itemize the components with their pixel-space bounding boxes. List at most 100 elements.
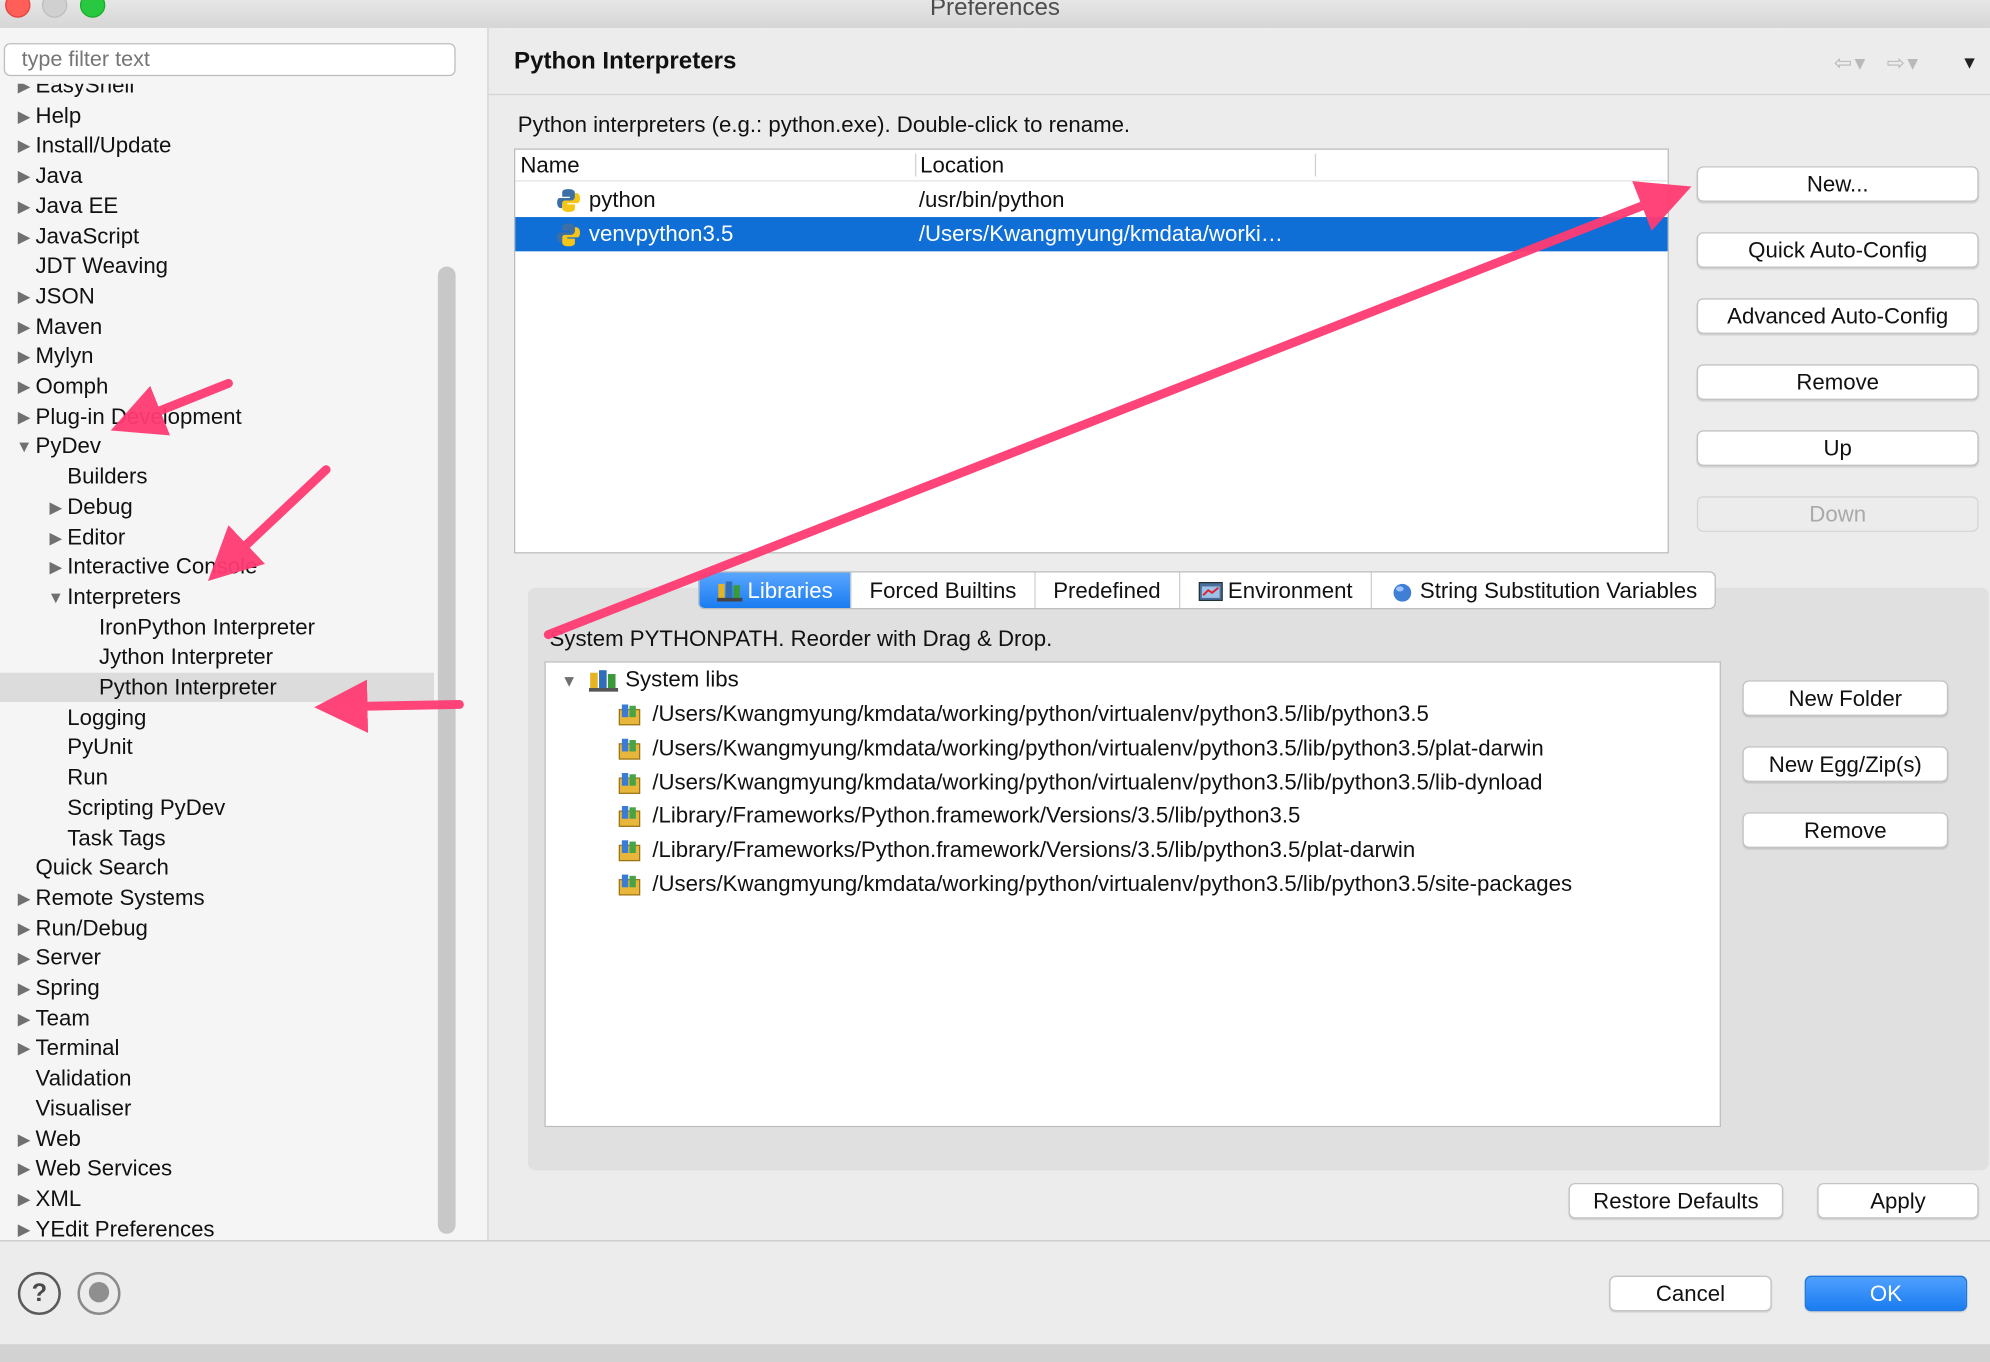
tree-item-javascript[interactable]: ▶ JavaScript (18, 221, 139, 250)
cancel-button[interactable]: Cancel (1609, 1275, 1772, 1312)
back-icon[interactable]: ⇦▾ (1834, 51, 1868, 75)
tree-item-easyshell[interactable]: ▶ EasyShell (18, 84, 135, 101)
interpreters-table[interactable]: Name Location python/usr/bin/python venvp… (513, 148, 1669, 554)
lib-path-row[interactable]: /Users/Kwangmyung/kmdata/working/python/… (618, 867, 1572, 901)
tree-item-interpreters[interactable]: ▼ Interpreters (48, 582, 181, 611)
tree-item-spring[interactable]: ▶ Spring (18, 974, 100, 1003)
lib-path-row[interactable]: /Users/Kwangmyung/kmdata/working/python/… (618, 697, 1429, 731)
tree-item-run[interactable]: Run (67, 763, 108, 792)
tree-item-scripting-pydev[interactable]: Scripting PyDev (67, 793, 225, 822)
filter-input[interactable] (3, 43, 456, 77)
tree-item-java[interactable]: ▶ Java (18, 161, 83, 190)
quick-auto-config-button[interactable]: Quick Auto-Config (1696, 232, 1979, 268)
collapsed-arrow-icon[interactable]: ▶ (15, 131, 33, 160)
tree-item-remote-systems[interactable]: ▶ Remote Systems (18, 883, 205, 912)
tree-item-interactive-console[interactable]: ▶ Interactive Console (49, 552, 257, 581)
collapsed-arrow-icon[interactable]: ▶ (15, 1034, 33, 1063)
tree-scrollbar[interactable] (437, 266, 456, 1234)
tree-item-team[interactable]: ▶ Team (18, 1004, 90, 1033)
tab-predefined[interactable]: Predefined (1035, 572, 1180, 609)
collapsed-arrow-icon[interactable]: ▶ (15, 402, 33, 431)
new-egg-zip-button[interactable]: New Egg/Zip(s) (1742, 746, 1949, 782)
tree-item-maven[interactable]: ▶ Maven (18, 312, 102, 341)
preferences-tree[interactable]: ▶ EasyShell ▶ Help ▶ Install/Update ▶ Java ▶ Java… (0, 84, 435, 1241)
collapsed-arrow-icon[interactable]: ▶ (15, 1154, 33, 1183)
libs-root-row[interactable]: ▼ System libs (561, 663, 739, 697)
collapsed-arrow-icon[interactable]: ▶ (15, 883, 33, 912)
apply-button[interactable]: Apply (1817, 1183, 1979, 1219)
tree-item-debug[interactable]: ▶ Debug (49, 492, 132, 521)
tree-item-jython-interpreter[interactable]: Jython Interpreter (99, 643, 273, 672)
collapsed-arrow-icon[interactable]: ▶ (15, 161, 33, 190)
lib-path-row[interactable]: /Users/Kwangmyung/kmdata/working/python/… (618, 765, 1542, 799)
tree-item-java-ee[interactable]: ▶ Java EE (18, 191, 118, 220)
tree-item-json[interactable]: ▶ JSON (18, 282, 95, 311)
column-header-name[interactable]: Name (520, 150, 579, 180)
tree-item-python-interpreter[interactable]: Python Interpreter (99, 673, 277, 702)
tree-item-editor[interactable]: ▶ Editor (49, 522, 125, 551)
expanded-arrow-icon[interactable]: ▼ (561, 671, 577, 690)
tree-item-task-tags[interactable]: Task Tags (67, 823, 165, 852)
tree-item-install-update[interactable]: ▶ Install/Update (18, 131, 172, 160)
tree-item-run-debug[interactable]: ▶ Run/Debug (18, 913, 148, 942)
tree-item-terminal[interactable]: ▶ Terminal (18, 1034, 120, 1063)
collapsed-arrow-icon[interactable]: ▶ (15, 342, 33, 371)
tree-item-ironpython-interpreter[interactable]: IronPython Interpreter (99, 613, 315, 642)
tab-libraries[interactable]: Libraries (699, 572, 852, 609)
tree-item-quick-search[interactable]: Quick Search (36, 853, 169, 882)
column-header-location[interactable]: Location (920, 150, 1004, 180)
tree-item-mylyn[interactable]: ▶ Mylyn (18, 342, 94, 371)
remove-interpreter-button[interactable]: Remove (1696, 364, 1979, 400)
collapsed-arrow-icon[interactable]: ▶ (15, 1124, 33, 1153)
new-interpreter-button[interactable]: New... (1696, 166, 1979, 202)
collapsed-arrow-icon[interactable]: ▶ (15, 943, 33, 972)
collapsed-arrow-icon[interactable]: ▶ (47, 552, 65, 581)
tree-item-web-services[interactable]: ▶ Web Services (18, 1154, 172, 1183)
tree-item-jdt-weaving[interactable]: JDT Weaving (36, 252, 169, 281)
forward-icon[interactable]: ⇨▾ (1887, 51, 1921, 75)
menu-icon[interactable]: ▼ (1961, 52, 1979, 72)
record-icon[interactable] (77, 1271, 121, 1316)
help-icon[interactable]: ? (17, 1271, 61, 1316)
tree-item-pyunit[interactable]: PyUnit (67, 733, 132, 762)
tree-item-help[interactable]: ▶ Help (18, 101, 81, 130)
tab-forced-builtins[interactable]: Forced Builtins (852, 572, 1036, 609)
collapsed-arrow-icon[interactable]: ▶ (15, 1214, 33, 1240)
system-libs-tree[interactable]: ▼ System libs /Users/Kwangmyung/kmdata/w… (544, 661, 1721, 1128)
tab-string-substitution-variables[interactable]: String Substitution Variables (1372, 572, 1715, 608)
collapsed-arrow-icon[interactable]: ▶ (15, 974, 33, 1003)
tree-item-builders[interactable]: Builders (67, 462, 147, 491)
tree-item-server[interactable]: ▶ Server (18, 943, 101, 972)
lib-path-row[interactable]: /Library/Frameworks/Python.framework/Ver… (618, 799, 1300, 833)
tree-item-logging[interactable]: Logging (67, 703, 146, 732)
tree-item-visualiser[interactable]: Visualiser (36, 1094, 132, 1123)
collapsed-arrow-icon[interactable]: ▶ (15, 913, 33, 942)
interpreter-row[interactable]: python/usr/bin/python (515, 183, 1667, 217)
collapsed-arrow-icon[interactable]: ▶ (15, 1184, 33, 1213)
tree-item-yedit-preferences[interactable]: ▶ YEdit Preferences (18, 1214, 215, 1241)
expanded-arrow-icon[interactable]: ▼ (47, 582, 65, 611)
collapsed-arrow-icon[interactable]: ▶ (15, 372, 33, 401)
collapsed-arrow-icon[interactable]: ▶ (15, 191, 33, 220)
tree-item-validation[interactable]: Validation (36, 1064, 132, 1093)
collapsed-arrow-icon[interactable]: ▶ (47, 492, 65, 521)
collapsed-arrow-icon[interactable]: ▶ (15, 282, 33, 311)
tree-item-pydev[interactable]: ▼ PyDev (16, 432, 101, 461)
collapsed-arrow-icon[interactable]: ▶ (47, 522, 65, 551)
restore-defaults-button[interactable]: Restore Defaults (1568, 1183, 1784, 1219)
tab-environment[interactable]: Environment (1180, 572, 1372, 609)
collapsed-arrow-icon[interactable]: ▶ (15, 101, 33, 130)
new-folder-button[interactable]: New Folder (1742, 680, 1949, 716)
up-button[interactable]: Up (1696, 430, 1979, 466)
collapsed-arrow-icon[interactable]: ▶ (15, 1004, 33, 1033)
collapsed-arrow-icon[interactable]: ▶ (15, 84, 33, 101)
tree-item-oomph[interactable]: ▶ Oomph (18, 372, 109, 401)
collapsed-arrow-icon[interactable]: ▶ (15, 312, 33, 341)
advanced-auto-config-button[interactable]: Advanced Auto-Config (1696, 298, 1979, 334)
expanded-arrow-icon[interactable]: ▼ (15, 432, 33, 461)
lib-path-row[interactable]: /Users/Kwangmyung/kmdata/working/python/… (618, 731, 1544, 765)
remove-lib-button[interactable]: Remove (1742, 812, 1949, 848)
tree-item-xml[interactable]: ▶ XML (18, 1184, 81, 1213)
collapsed-arrow-icon[interactable]: ▶ (15, 221, 33, 250)
tree-item-web[interactable]: ▶ Web (18, 1124, 81, 1153)
